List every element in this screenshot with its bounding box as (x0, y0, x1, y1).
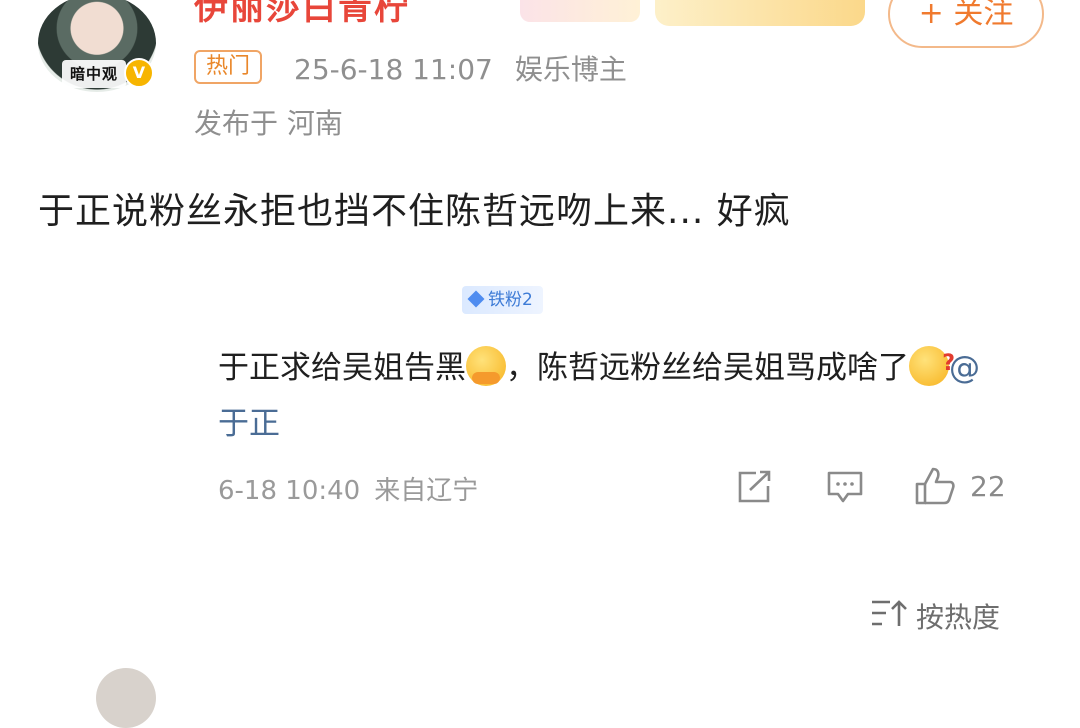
sort-icon[interactable] (870, 598, 908, 628)
thumbs-up-icon[interactable] (914, 466, 956, 506)
comment-time: 6-18 10:40 (218, 476, 361, 506)
post-location: 发布于 河南 (194, 107, 343, 140)
like-count: 22 (970, 470, 1006, 503)
author-category: 娱乐博主 (514, 53, 627, 86)
post-timestamp: 25-6-18 11:07 (294, 53, 493, 86)
next-comment-avatar[interactable] (96, 668, 156, 728)
comment-meta: 6-18 10:40 来自辽宁 (218, 470, 478, 507)
thinking-emoji-icon (909, 336, 955, 392)
follow-button[interactable]: + 关注 (888, 0, 1044, 48)
fan-level-badge: 铁粉2 (462, 286, 543, 314)
comment-icon[interactable] (826, 470, 864, 504)
decoration-banner-2 (655, 0, 865, 26)
comment-text-part1: 于正求给吴姐告黑 (218, 350, 466, 386)
comment-text-part2: ，陈哲远粉丝给吴姐骂成啥了 (506, 350, 909, 386)
decoration-banner (520, 0, 640, 22)
share-icon[interactable] (736, 470, 772, 504)
comment-source: 来自辽宁 (374, 476, 479, 506)
diamond-icon (467, 290, 485, 308)
fan-badge-label: 铁粉2 (488, 290, 533, 310)
hot-badge: 热门 (194, 50, 263, 84)
comment-text: 于正求给吴姐告黑 ，陈哲远粉丝给吴姐骂成啥了 @于正 (218, 336, 1008, 452)
post-meta: 25-6-18 11:07 娱乐博主 (294, 48, 627, 88)
post-text: 于正说粉丝永拒也挡不住陈哲远吻上来... 好疯 (38, 191, 791, 232)
sort-by-hot-button[interactable]: 按热度 (916, 596, 1000, 636)
hug-emoji-icon (466, 346, 506, 386)
avatar-tag: 暗中观 (62, 60, 127, 88)
username[interactable]: 伊丽莎白青柠 (194, 0, 410, 29)
verified-badge-icon: V (124, 58, 154, 88)
